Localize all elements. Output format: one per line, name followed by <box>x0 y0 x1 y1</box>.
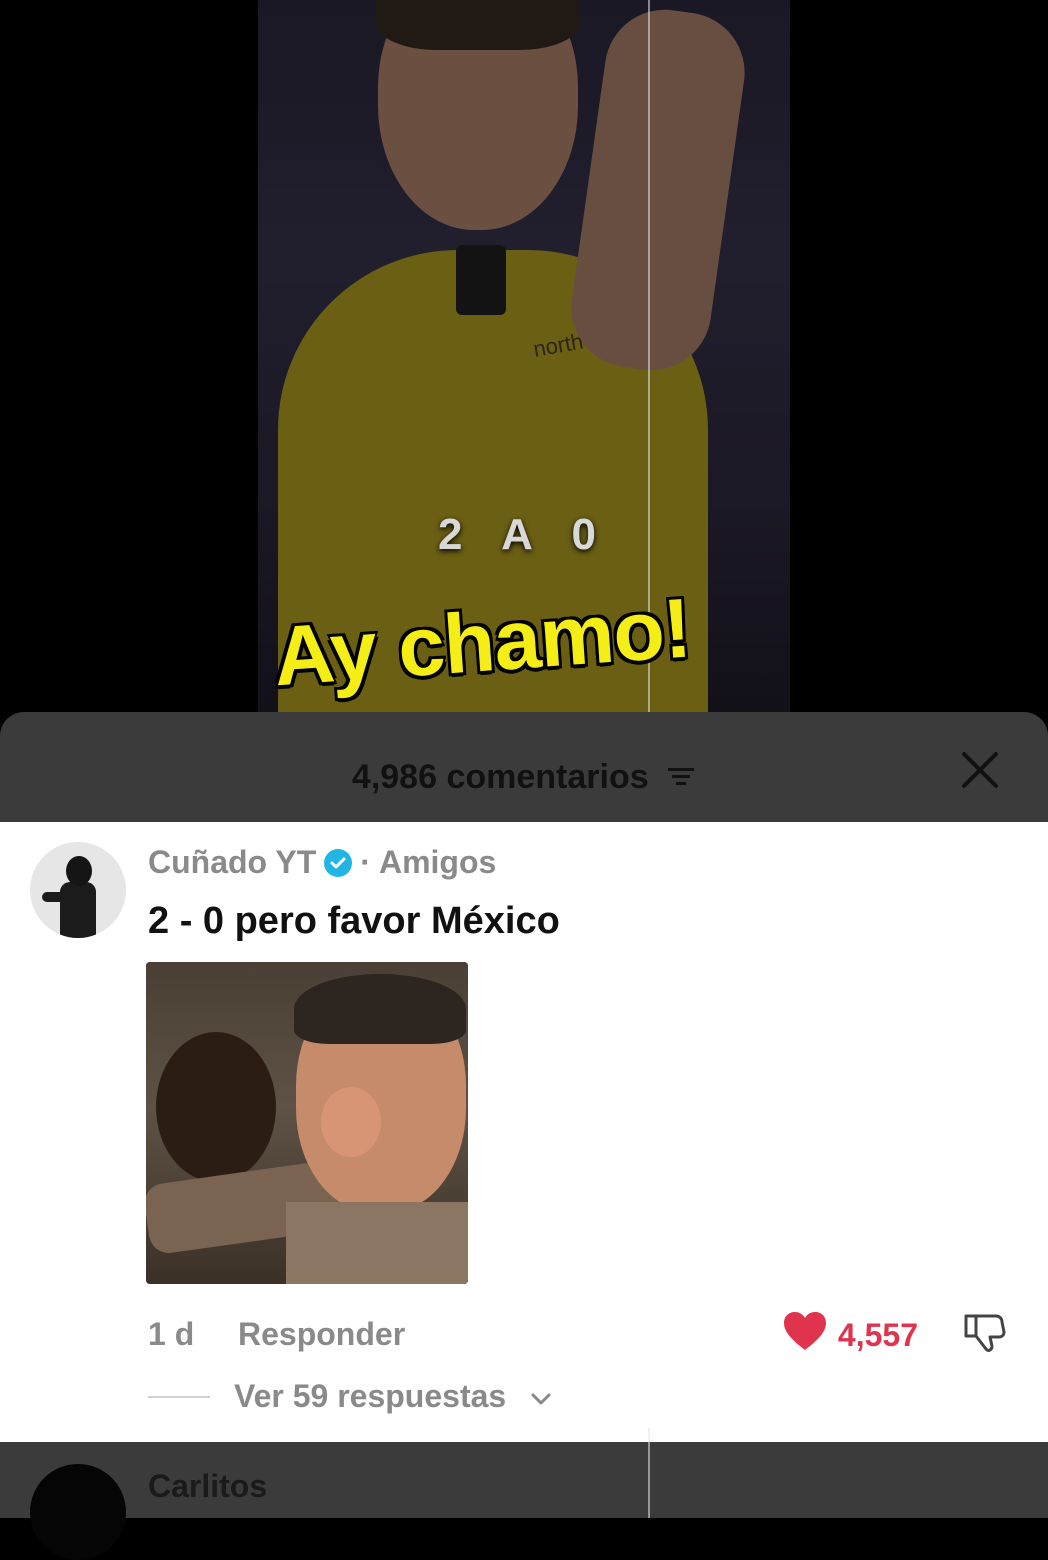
comment-sticker-image[interactable] <box>146 962 468 1284</box>
avatar-figure-body <box>60 882 96 938</box>
comment-item: Cuñado YT · Amigos 2 - 0 pero favor Méxi… <box>0 822 1048 1442</box>
comments-header: 4,986 comentarios <box>0 712 1048 822</box>
avatar[interactable] <box>30 842 126 938</box>
sticker-character-hair <box>294 974 466 1044</box>
comments-count-title[interactable]: 4,986 comentarios <box>0 758 1048 799</box>
avatar-figure-head <box>66 856 92 886</box>
heart-icon[interactable] <box>782 1310 828 1360</box>
like-count: 4,557 <box>837 1316 918 1353</box>
video-score-overlay: 2 A 0 <box>438 510 610 559</box>
filter-icon[interactable] <box>666 760 696 799</box>
view-replies-label: Ver 59 respuestas <box>234 1378 507 1414</box>
next-comment-avatar[interactable] <box>30 1464 126 1560</box>
sticker-character-nose <box>321 1087 381 1157</box>
sticker-character-left <box>156 1032 276 1182</box>
comments-count-label: 4,986 comentarios <box>351 758 649 796</box>
verified-badge-icon <box>324 848 353 877</box>
close-icon[interactable] <box>958 748 1002 792</box>
next-comment-item: Carlitos <box>0 1442 1048 1560</box>
next-comment-username[interactable]: Carlitos <box>148 1468 267 1505</box>
relation-label: Amigos <box>378 844 497 880</box>
chevron-down-icon <box>530 1378 552 1415</box>
dislike-icon[interactable] <box>962 1310 1008 1362</box>
like-button[interactable]: 4,557 <box>782 1310 918 1360</box>
replies-divider <box>148 1395 210 1398</box>
video-split-line-top <box>648 0 650 822</box>
comment-user-row: Cuñado YT · Amigos <box>148 844 496 881</box>
video-split-line-bottom <box>648 1428 650 1518</box>
comment-username[interactable]: Cuñado YT <box>148 844 316 881</box>
comment-meta-row: 1 d Responder 4,557 <box>148 1308 1008 1358</box>
sticker-character-shirt <box>286 1202 468 1284</box>
reply-button[interactable]: Responder <box>238 1316 405 1353</box>
comment-text: 2 - 0 pero favor México <box>148 900 560 942</box>
separator-dot: · <box>360 844 371 880</box>
comment-time: 1 d <box>148 1316 195 1352</box>
view-replies-button[interactable]: Ver 59 respuestas <box>148 1378 552 1415</box>
avatar-figure-arm <box>42 892 70 902</box>
